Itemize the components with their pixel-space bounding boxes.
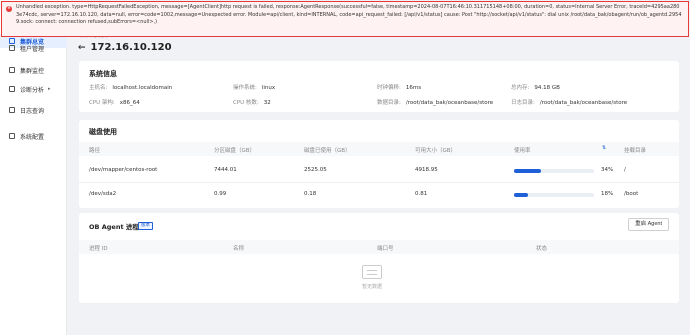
sort-icon[interactable]: ⇅ [602,145,606,151]
column-header-port: 端口号 [377,246,394,252]
disk-usage-title: 磁盘使用 [89,128,117,136]
column-header-usage: 使用率 [514,148,531,154]
column-header-used: 磁盘已使用（GB） [304,148,351,154]
cpu-arch-field: CPU 架构: x86_64 [89,100,140,106]
sidebar-item-label: 诊断分析 [20,86,45,94]
table-row: /dev/mapper/centos-root 7444.01 2525.05 … [79,159,679,183]
usage-progress-fill [514,193,529,197]
sidebar-item-label: 集群监控 [20,67,45,75]
settings-icon [9,133,15,139]
usage-progress-bar [514,169,594,173]
sidebar-item-log-query[interactable]: 日志查询 [0,103,67,117]
usage-progress-bar [514,193,594,197]
column-header-available: 可用大小（GB） [415,148,457,154]
system-info-card: 系统信息 主机名: localhost.localdomain 操作系统: linu… [79,61,679,112]
cell-path: /dev/mapper/centos-root [89,167,158,173]
cell-available: 0.81 [415,191,428,197]
chevron-right-icon: ▸ [48,86,51,92]
page-title: 172.16.10.120 [90,42,172,53]
sidebar-item-diagnosis[interactable]: 诊断分析 ▸ [0,82,67,96]
empty-data-icon [362,265,382,279]
column-header-pid: 进程 ID [89,246,108,252]
cell-used: 2525.05 [304,167,327,173]
sidebar-item-tenant-management[interactable]: 租户管理 [0,41,67,55]
back-arrow-icon[interactable]: ← [78,43,86,53]
empty-text: 暂无数据 [362,284,383,290]
sidebar-item-cluster-monitor[interactable]: 集群监控 [0,63,67,77]
sidebar: 集群总览 租户管理 集群监控 诊断分析 ▸ 日志查询 系统配置 [0,0,67,335]
column-header-mount: 挂载目录 [624,148,647,154]
sidebar-item-label: 系统配置 [20,133,45,141]
table-header: 路径 分区磁盘（GB） 磁盘已使用（GB） 可用大小（GB） 使用率 ⇅ 挂载目… [79,142,679,156]
diagnosis-icon [9,86,15,92]
column-header-path: 路径 [89,148,101,154]
cell-used: 0.18 [304,191,317,197]
sidebar-item-system-config[interactable]: 系统配置 [0,129,67,143]
error-message: Unhandled exception. type=HttpRequestFai… [16,4,682,25]
system-info-title: 系统信息 [89,70,117,78]
ob-agent-card: OB Agent 进程 版本 重启 Agent 进程 ID 名称 端口号 状态 … [79,213,679,303]
monitor-icon [9,67,15,73]
cell-mount: / [624,167,626,173]
column-header-status: 状态 [536,246,548,252]
error-circle-icon: × [6,6,12,12]
total-memory-field: 总内存: 94.18 GB [511,85,560,91]
clock-offset-field: 时钟偏移: 16ms [377,85,422,91]
cell-mount: /boot [624,191,639,197]
table-row: /dev/sda2 0.99 0.18 0.81 18% /boot [79,183,679,207]
cell-available: 4918.95 [415,167,438,173]
hostname-field: 主机名: localhost.localdomain [89,85,173,91]
column-header-name: 名称 [233,246,245,252]
log-dir-field: 日志目录:/root/data_bak/oceanbase/store [511,100,628,106]
ob-agent-title: OB Agent 进程 [89,223,139,231]
column-header-total: 分区磁盘（GB） [214,148,256,154]
cpu-cores-field: CPU 核数: 32 [233,100,271,106]
sidebar-item-label: 日志查询 [20,107,45,115]
cell-total: 7444.01 [214,167,237,173]
error-banner: × Unhandled exception. type=HttpRequestF… [1,1,689,37]
cell-usage-percent: 18% [601,191,614,197]
data-dir-field: 数据目录:/root/data_bak/oceanbase/store [377,100,494,106]
disk-usage-card: 磁盘使用 路径 分区磁盘（GB） 磁盘已使用（GB） 可用大小（GB） 使用率 … [79,120,679,208]
restart-agent-button[interactable]: 重启 Agent [628,218,669,231]
table-header: 进程 ID 名称 端口号 状态 [79,240,679,254]
log-icon [9,107,15,113]
cell-path: /dev/sda2 [89,191,117,197]
cell-total: 0.99 [214,191,227,197]
sidebar-item-label: 租户管理 [20,45,45,53]
cell-usage-percent: 34% [601,167,614,173]
usage-progress-fill [514,169,542,173]
version-badge: 版本 [138,222,153,230]
page-header: ← 172.16.10.120 [78,42,172,53]
os-field: 操作系统: linux [233,85,276,91]
tenant-icon [9,45,15,51]
